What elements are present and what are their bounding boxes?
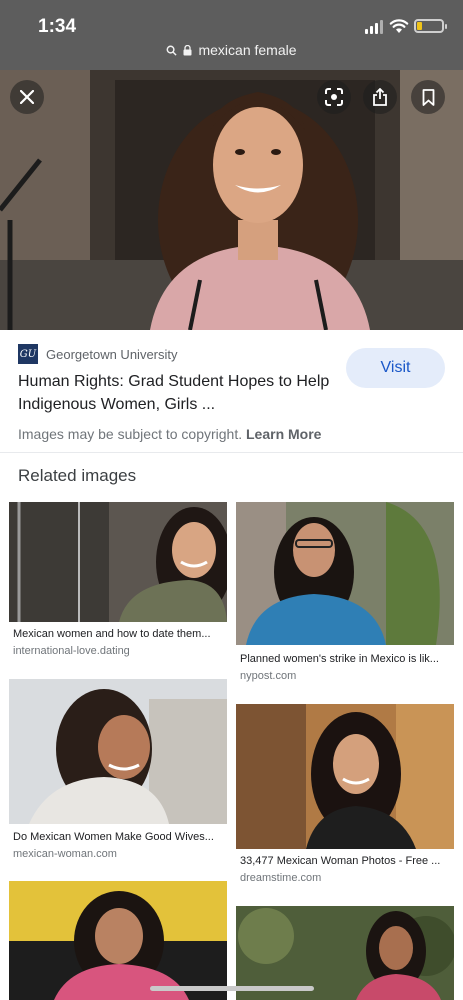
related-image-domain: international-love.dating [13, 645, 130, 657]
related-image-card[interactable] [9, 881, 227, 1000]
browser-top-bar: 1:34 mexican female [0, 0, 463, 70]
lens-button[interactable] [317, 80, 351, 114]
related-image-domain: mexican-woman.com [13, 848, 117, 860]
related-image-thumb [9, 502, 227, 622]
related-image-caption: 33,477 Mexican Woman Photos - Free ... [240, 855, 441, 867]
related-image-thumb [9, 679, 227, 824]
related-image-card[interactable]: Mexican women and how to date them... in… [9, 502, 227, 662]
learn-more-link[interactable]: Learn More [246, 426, 321, 442]
wifi-icon [389, 19, 409, 33]
source-row[interactable]: GU Georgetown University [18, 344, 178, 364]
hero-image[interactable] [0, 70, 463, 330]
battery-icon [414, 19, 447, 33]
related-image-caption: Do Mexican Women Make Good Wives... [13, 831, 214, 843]
source-logo: GU [18, 344, 38, 364]
share-icon [373, 88, 387, 106]
visit-button[interactable]: Visit [346, 348, 445, 388]
close-button[interactable] [10, 80, 44, 114]
result-title-line1: Human Rights: Grad Student Hopes to Help [18, 373, 330, 390]
divider [0, 452, 463, 453]
related-image-card[interactable]: Do Mexican Women Make Good Wives... mexi… [9, 679, 227, 865]
related-image-card[interactable]: 33,477 Mexican Woman Photos - Free ... d… [236, 704, 454, 890]
source-name: Georgetown University [46, 346, 178, 362]
url-query: mexican female [198, 42, 297, 58]
image-viewer-page: 1:34 mexican female GU Georgetown Univer… [0, 0, 463, 1000]
status-time: 1:34 [38, 16, 77, 37]
lens-icon [325, 88, 343, 106]
bookmark-button[interactable] [411, 80, 445, 114]
related-images-heading: Related images [18, 466, 137, 485]
copyright-notice: Images may be subject to copyright. Lear… [18, 426, 321, 442]
hero-photo [0, 70, 463, 330]
bookmark-icon [422, 88, 434, 106]
related-image-caption: Planned women's strike in Mexico is lik.… [240, 653, 439, 665]
related-image-thumb [236, 502, 454, 645]
copyright-text: Images may be subject to copyright. [18, 426, 243, 442]
home-indicator[interactable] [150, 986, 314, 991]
related-image-thumb [9, 881, 227, 1000]
related-image-thumb [236, 704, 454, 849]
lock-icon [183, 44, 192, 55]
result-title[interactable]: Human Rights: Grad Student Hopes to Help… [18, 370, 338, 416]
url-bar[interactable]: mexican female [0, 42, 463, 64]
related-image-caption: Mexican women and how to date them... [13, 628, 211, 640]
cellular-signal-icon [365, 20, 385, 34]
related-image-card[interactable]: Planned women's strike in Mexico is lik.… [236, 502, 454, 686]
close-icon [20, 90, 34, 104]
related-image-domain: nypost.com [240, 670, 297, 682]
result-title-line2: Indigenous Women, Girls ... [18, 396, 216, 413]
search-icon [167, 45, 178, 56]
share-button[interactable] [363, 80, 397, 114]
related-image-domain: dreamstime.com [240, 872, 322, 884]
